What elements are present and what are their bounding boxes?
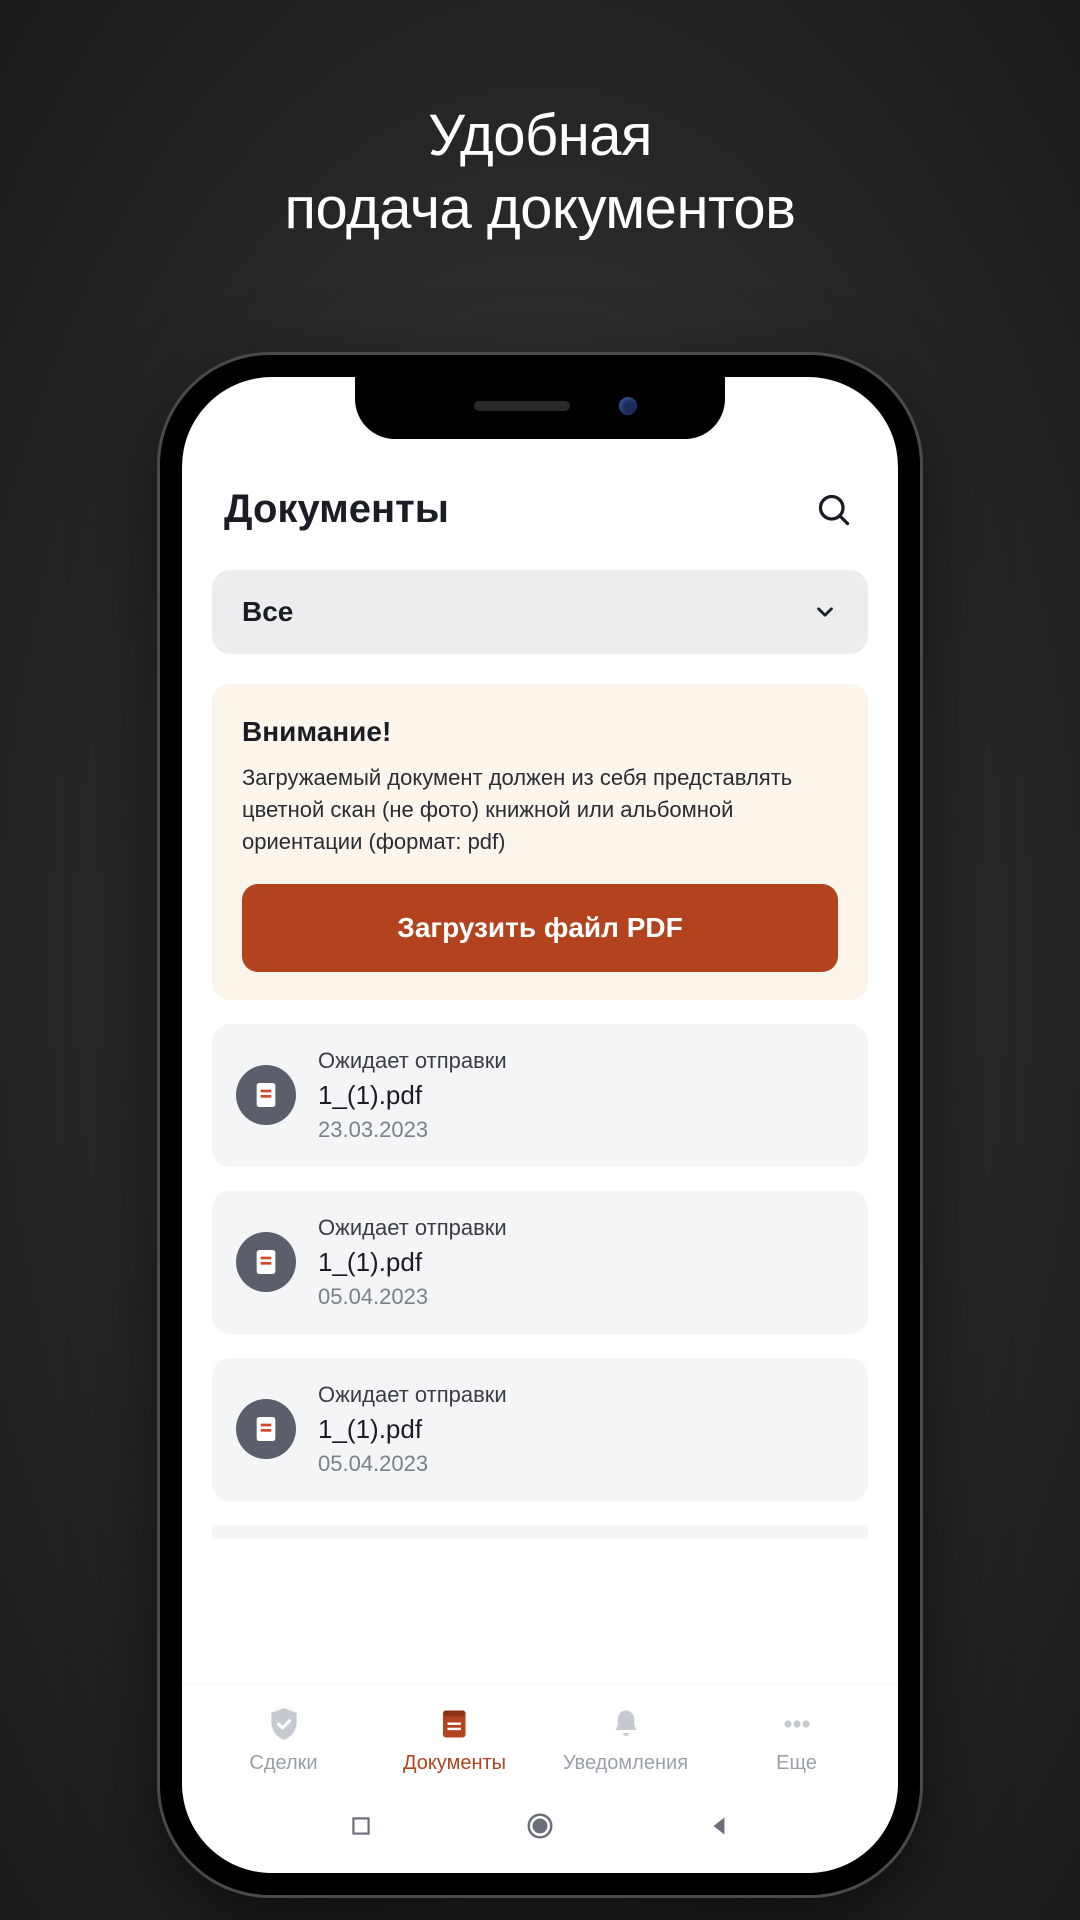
document-icon bbox=[236, 1232, 296, 1292]
phone-mute-switch bbox=[152, 595, 160, 651]
phone-power-button bbox=[920, 735, 928, 905]
bell-icon bbox=[606, 1704, 646, 1744]
filter-selected-label: Все bbox=[242, 596, 293, 628]
document-date: 23.03.2023 bbox=[318, 1117, 507, 1143]
filter-dropdown[interactable]: Все bbox=[212, 570, 868, 654]
document-filename: 1_(1).pdf bbox=[318, 1414, 507, 1445]
tab-notifications[interactable]: Уведомления bbox=[546, 1704, 706, 1775]
document-info: Ожидает отправки 1_(1).pdf 05.04.2023 bbox=[318, 1382, 507, 1477]
document-date: 05.04.2023 bbox=[318, 1451, 507, 1477]
android-nav-bar bbox=[182, 1789, 898, 1873]
more-dots-icon bbox=[777, 1704, 817, 1744]
tab-more[interactable]: Еще bbox=[717, 1704, 877, 1775]
tab-label: Еще bbox=[776, 1752, 817, 1775]
shield-check-icon bbox=[264, 1704, 304, 1744]
search-button[interactable] bbox=[812, 488, 856, 532]
android-home-button[interactable] bbox=[525, 1811, 555, 1841]
upload-notice-card: Внимание! Загружаемый документ должен из… bbox=[212, 684, 868, 1000]
bottom-tabbar: Сделки Документы bbox=[182, 1683, 898, 1789]
phone-screen: Документы Все Вним bbox=[182, 377, 898, 1873]
promo-headline: Удобная подача документов bbox=[285, 100, 796, 245]
document-info: Ожидает отправки 1_(1).pdf 23.03.2023 bbox=[318, 1048, 507, 1143]
document-card-peek[interactable] bbox=[212, 1525, 868, 1539]
phone-notch bbox=[355, 377, 725, 439]
phone-volume-up bbox=[152, 695, 160, 805]
document-icon bbox=[236, 1065, 296, 1125]
tab-label: Сделки bbox=[249, 1752, 317, 1775]
promo-line-1: Удобная bbox=[428, 103, 652, 168]
content-scroll[interactable]: Все Внимание! Загружаемый документ долже… bbox=[182, 556, 898, 1683]
page-title: Документы bbox=[224, 487, 449, 532]
android-back-button[interactable] bbox=[706, 1813, 732, 1839]
phone-volume-down bbox=[152, 835, 160, 945]
notice-body: Загружаемый документ должен из себя пред… bbox=[242, 762, 838, 858]
tab-deals[interactable]: Сделки bbox=[204, 1704, 364, 1775]
search-icon bbox=[816, 492, 852, 528]
notice-title: Внимание! bbox=[242, 716, 838, 748]
app-header: Документы bbox=[182, 467, 898, 556]
document-card[interactable]: Ожидает отправки 1_(1).pdf 05.04.2023 bbox=[212, 1191, 868, 1334]
document-icon bbox=[236, 1399, 296, 1459]
app-root: Документы Все Вним bbox=[182, 377, 898, 1873]
document-card[interactable]: Ожидает отправки 1_(1).pdf 05.04.2023 bbox=[212, 1358, 868, 1501]
file-icon bbox=[250, 1413, 282, 1445]
document-card[interactable]: Ожидает отправки 1_(1).pdf 23.03.2023 bbox=[212, 1024, 868, 1167]
document-status: Ожидает отправки bbox=[318, 1215, 507, 1241]
tab-label: Документы bbox=[403, 1752, 506, 1775]
tab-label: Уведомления bbox=[563, 1752, 688, 1775]
phone-mockup: Документы Все Вним bbox=[160, 355, 920, 1895]
promo-line-2: подача документов bbox=[285, 176, 796, 241]
phone-frame: Документы Все Вним bbox=[160, 355, 920, 1895]
document-filename: 1_(1).pdf bbox=[318, 1080, 507, 1111]
tab-documents[interactable]: Документы bbox=[375, 1704, 535, 1775]
document-info: Ожидает отправки 1_(1).pdf 05.04.2023 bbox=[318, 1215, 507, 1310]
file-icon bbox=[250, 1079, 282, 1111]
upload-pdf-button[interactable]: Загрузить файл PDF bbox=[242, 884, 838, 972]
file-icon bbox=[250, 1246, 282, 1278]
document-date: 05.04.2023 bbox=[318, 1284, 507, 1310]
book-icon bbox=[435, 1704, 475, 1744]
document-filename: 1_(1).pdf bbox=[318, 1247, 507, 1278]
document-status: Ожидает отправки bbox=[318, 1382, 507, 1408]
chevron-down-icon bbox=[812, 599, 838, 625]
android-recent-button[interactable] bbox=[348, 1813, 374, 1839]
document-status: Ожидает отправки bbox=[318, 1048, 507, 1074]
